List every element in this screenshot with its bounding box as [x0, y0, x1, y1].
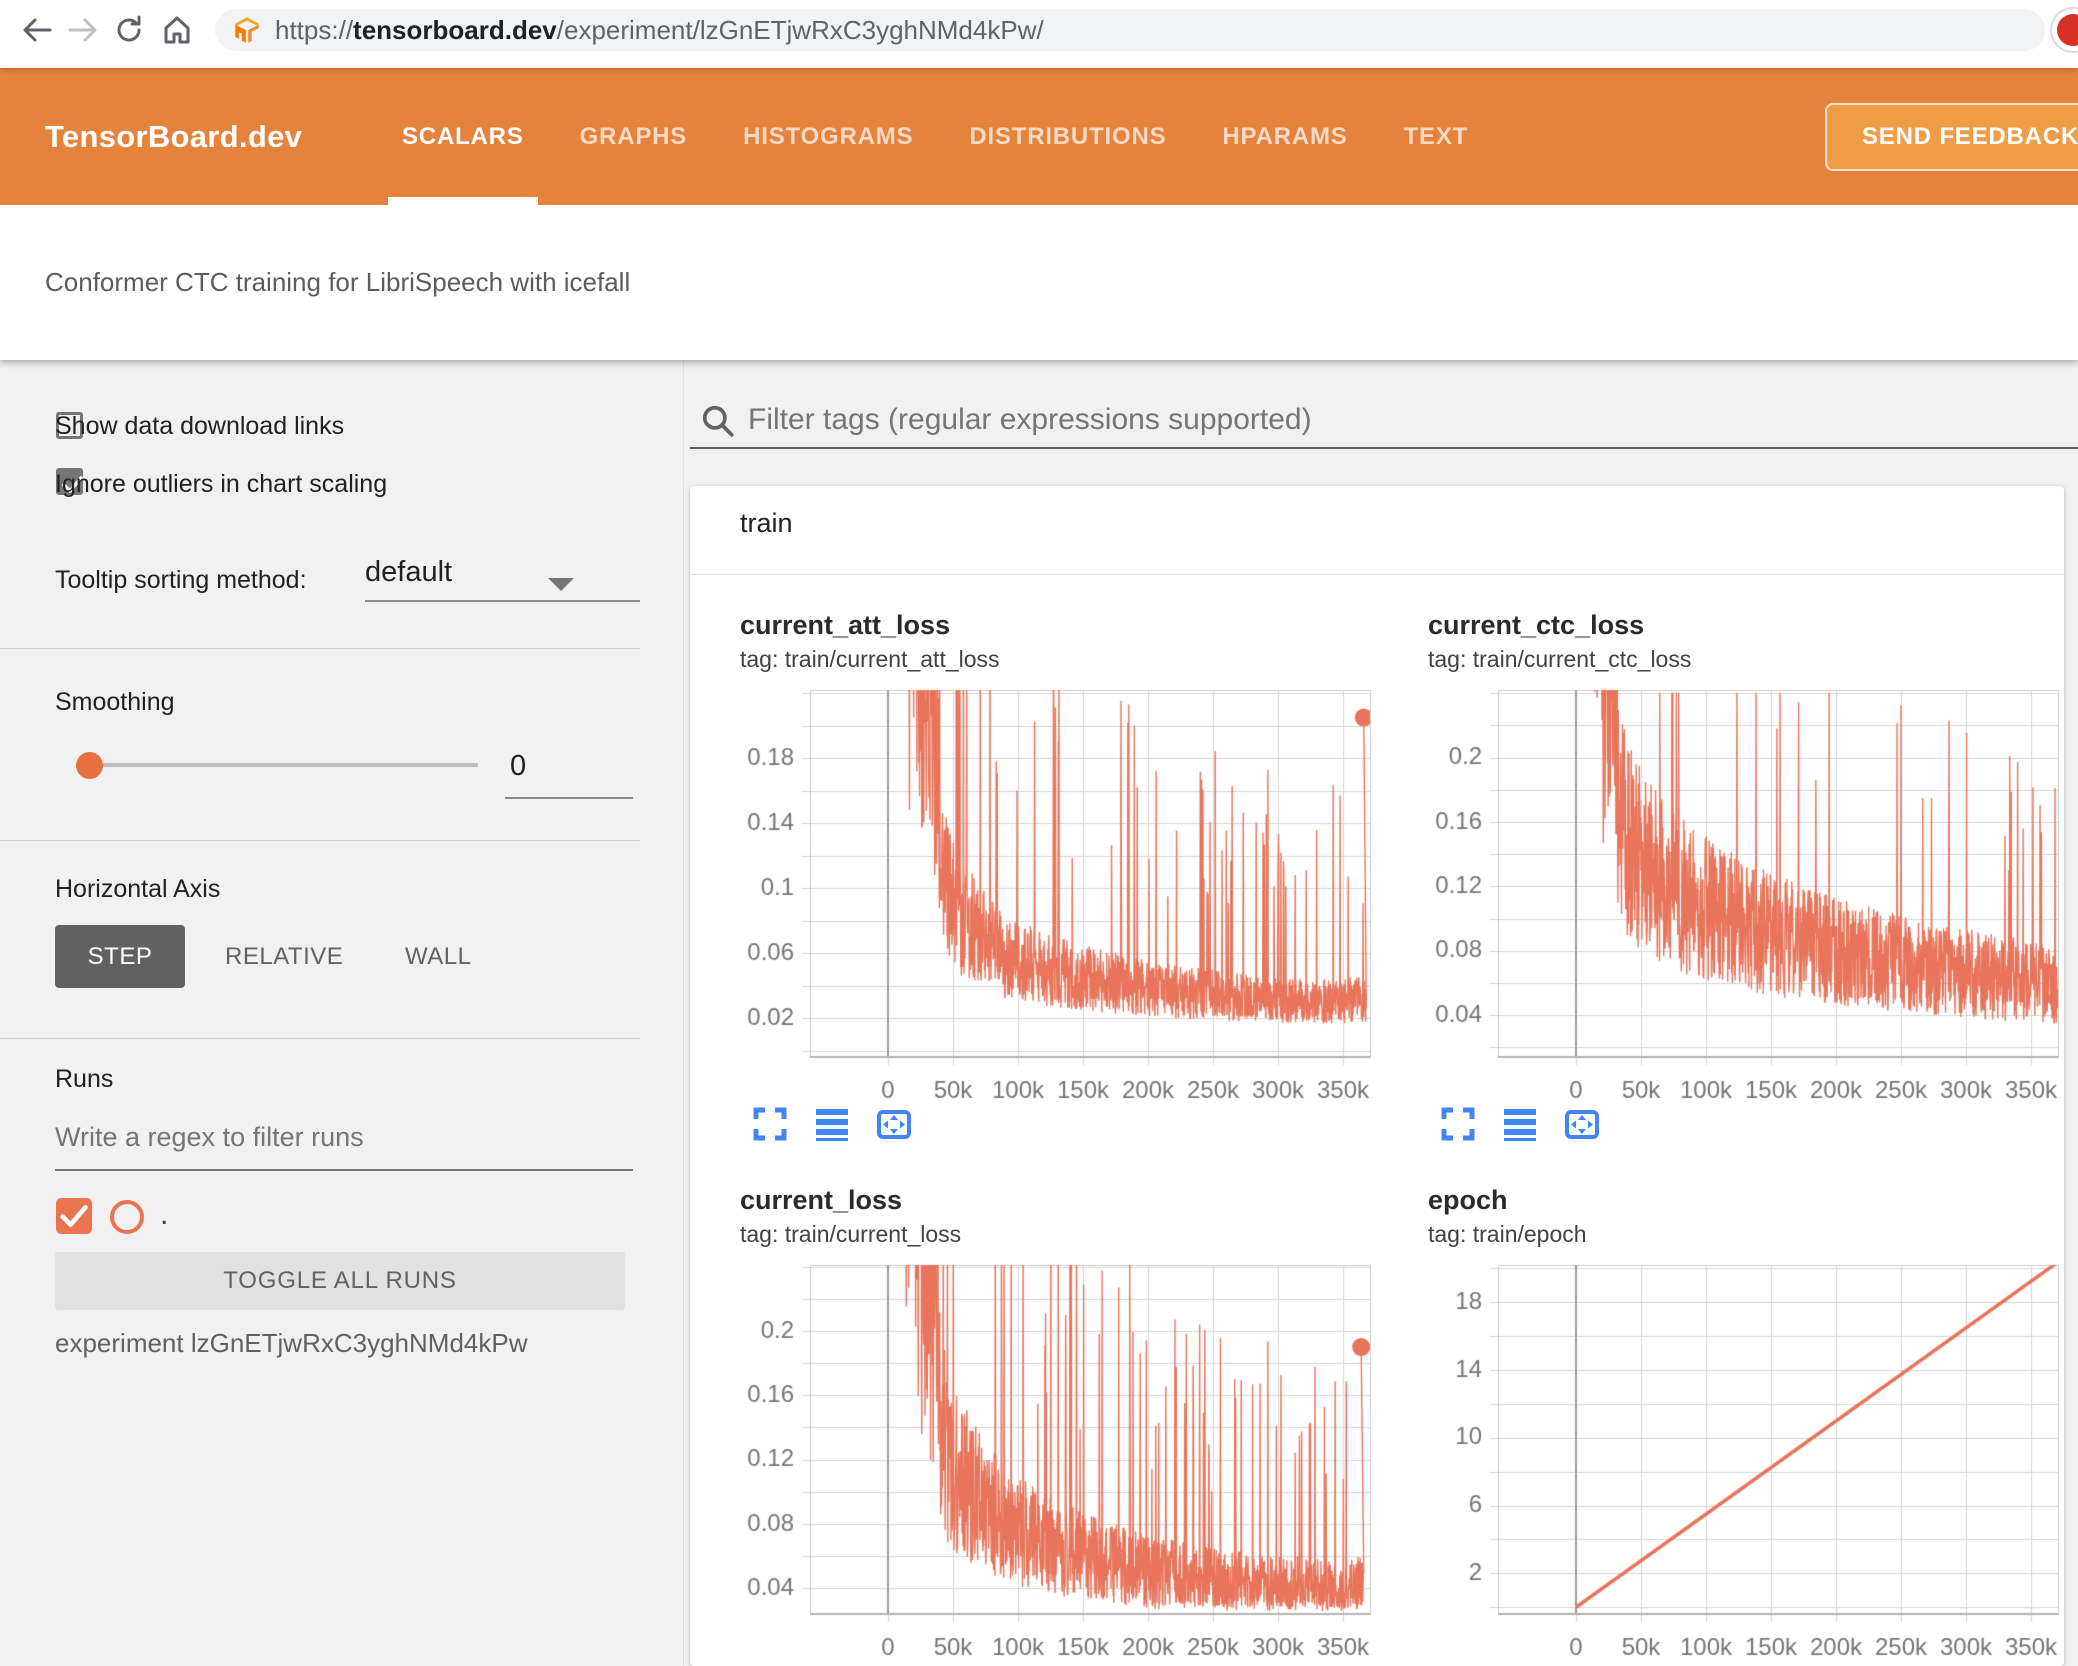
- chart-current-att-loss: current_att_loss tag: train/current_att_…: [710, 598, 1382, 1158]
- divider: [0, 840, 640, 841]
- tab-hparams[interactable]: HPARAMS: [1194, 68, 1375, 205]
- fit-domain-icon[interactable]: [1564, 1106, 1600, 1142]
- send-feedback-button[interactable]: SEND FEEDBACK: [1825, 103, 2078, 171]
- card-divider: [690, 574, 2064, 575]
- search-icon: [702, 405, 734, 437]
- chart-title: current_att_loss: [740, 610, 951, 640]
- browser-toolbar: https://tensorboard.dev/experiment/lzGnE…: [0, 0, 2078, 68]
- expand-chart-icon[interactable]: [752, 1106, 788, 1142]
- checkmark-icon: [60, 1205, 88, 1227]
- chart-canvas-epoch[interactable]: [1398, 1253, 2070, 1666]
- tab-bar: SCALARS GRAPHS HISTOGRAMS DISTRIBUTIONS …: [374, 68, 1496, 205]
- back-icon[interactable]: [20, 13, 54, 47]
- home-icon[interactable]: [160, 13, 194, 47]
- chevron-down-icon[interactable]: [548, 578, 574, 591]
- tooltip-sorting-label: Tooltip sorting method:: [55, 566, 307, 594]
- toggle-all-runs-button[interactable]: TOGGLE ALL RUNS: [55, 1252, 625, 1310]
- chart-tag: tag: train/current_ctc_loss: [1428, 646, 1692, 672]
- tag-group-title: train: [740, 508, 793, 538]
- tab-graphs[interactable]: GRAPHS: [552, 68, 715, 205]
- axis-wall-button[interactable]: WALL: [405, 925, 471, 988]
- chart-title: current_loss: [740, 1185, 903, 1215]
- reload-icon[interactable]: [112, 13, 146, 47]
- runs-selector-icon[interactable]: [814, 1106, 850, 1142]
- forward-icon[interactable]: [66, 13, 100, 47]
- chart-canvas-current-loss[interactable]: [710, 1253, 1382, 1666]
- chart-canvas-current-ctc-loss[interactable]: [1398, 678, 2070, 1102]
- filter-tags-row: [690, 395, 2078, 450]
- tab-text[interactable]: TEXT: [1376, 68, 1497, 205]
- run-color-swatch[interactable]: [110, 1200, 144, 1234]
- runs-regex-underline: [55, 1169, 633, 1171]
- chart-tag: tag: train/current_loss: [740, 1221, 962, 1247]
- chart-title: epoch: [1428, 1185, 1508, 1215]
- divider: [0, 648, 640, 649]
- page-root: https://tensorboard.dev/experiment/lzGnE…: [0, 0, 2078, 1666]
- profile-avatar[interactable]: [2050, 7, 2078, 53]
- smoothing-value[interactable]: 0: [510, 750, 526, 783]
- fit-domain-icon[interactable]: [876, 1106, 912, 1142]
- experiment-id-line: experiment lzGnETjwRxC3yghNMd4kPw: [55, 1328, 528, 1358]
- app-logo: TensorBoard.dev: [45, 118, 303, 154]
- tensorboard-favicon: [235, 17, 259, 43]
- settings-sidebar: Show data download links Ignore outliers…: [0, 360, 684, 1666]
- chart-canvas-current-att-loss[interactable]: [710, 678, 1382, 1102]
- runs-selector-icon[interactable]: [1502, 1106, 1538, 1142]
- experiment-subtitle-band: Conformer CTC training for LibriSpeech w…: [0, 205, 2078, 360]
- tab-scalars[interactable]: SCALARS: [374, 68, 552, 205]
- profile-avatar-badge: [2057, 14, 2078, 46]
- chart-current-ctc-loss: current_ctc_loss tag: train/current_ctc_…: [1398, 598, 2070, 1158]
- run-visible-checkbox[interactable]: [56, 1198, 92, 1234]
- divider: [0, 1038, 640, 1039]
- chart-tag: tag: train/epoch: [1428, 1221, 1587, 1247]
- chart-current-loss: current_loss tag: train/current_loss: [710, 1173, 1382, 1666]
- app-header: TensorBoard.dev SCALARS GRAPHS HISTOGRAM…: [0, 68, 2078, 205]
- axis-step-button[interactable]: STEP: [55, 925, 185, 988]
- address-bar[interactable]: https://tensorboard.dev/experiment/lzGnE…: [215, 9, 2045, 51]
- tab-histograms[interactable]: HISTOGRAMS: [715, 68, 941, 205]
- ignore-outliers-label: Ignore outliers in chart scaling: [55, 470, 388, 498]
- chart-epoch: epoch tag: train/epoch: [1398, 1173, 2070, 1666]
- url-text: https://tensorboard.dev/experiment/lzGnE…: [275, 14, 1044, 45]
- experiment-title: Conformer CTC training for LibriSpeech w…: [45, 267, 631, 297]
- chart-toolbar: [1440, 1106, 1600, 1142]
- runs-regex-input[interactable]: [55, 1115, 633, 1160]
- smoothing-value-underline: [505, 797, 633, 799]
- chart-title: current_ctc_loss: [1428, 610, 1645, 640]
- show-download-links-label: Show data download links: [55, 412, 345, 440]
- chart-tag: tag: train/current_att_loss: [740, 646, 1000, 672]
- tooltip-sorting-select[interactable]: default: [365, 556, 452, 589]
- smoothing-slider-track[interactable]: [88, 763, 478, 767]
- axis-relative-button[interactable]: RELATIVE: [225, 925, 343, 988]
- horizontal-axis-label: Horizontal Axis: [55, 875, 221, 903]
- runs-label: Runs: [55, 1065, 114, 1093]
- run-name: .: [160, 1198, 169, 1231]
- filter-tags-underline: [690, 447, 2078, 449]
- filter-tags-input[interactable]: [748, 397, 2068, 443]
- smoothing-slider-thumb[interactable]: [76, 752, 103, 779]
- tooltip-select-underline: [365, 600, 640, 602]
- expand-chart-icon[interactable]: [1440, 1106, 1476, 1142]
- smoothing-label: Smoothing: [55, 688, 175, 716]
- chart-toolbar: [752, 1106, 912, 1142]
- tab-distributions[interactable]: DISTRIBUTIONS: [941, 68, 1194, 205]
